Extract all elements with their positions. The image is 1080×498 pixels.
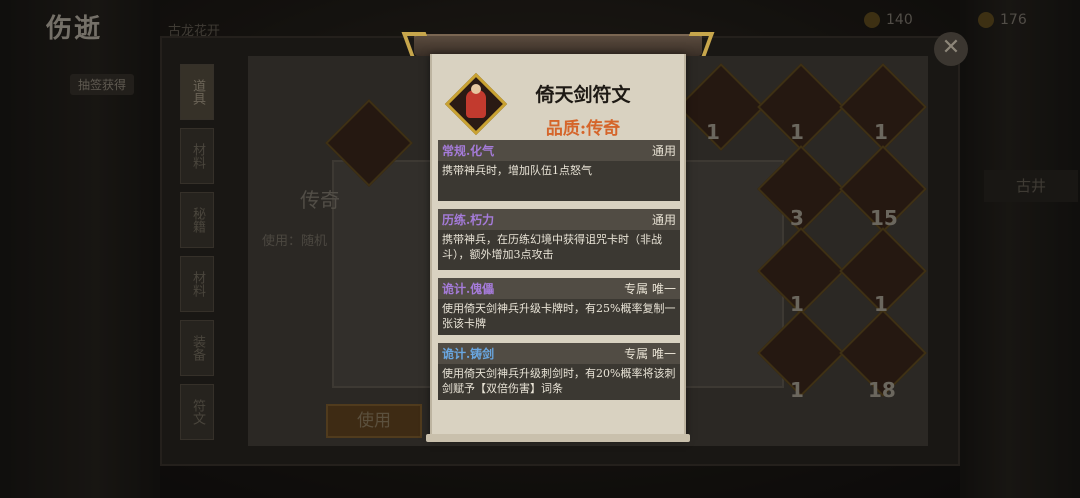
effect-list: 常规.化气 通用 携带神兵时，增加队伍1点怒气 历练.朽力 通用 携带神兵，在历…	[438, 140, 680, 408]
effect-header: 诡计.傀儡 专属 唯一	[438, 278, 680, 299]
item-name: 倚天剑符文	[535, 84, 631, 106]
scroll-paper: 倚天剑符文 品质:传奇 常规.化气 通用 携带神兵时，增加队伍1点怒气 历练.朽…	[430, 54, 686, 440]
effect-name: 诡计.傀儡	[442, 282, 495, 296]
effect-tag: 通用	[651, 144, 676, 158]
effect-section: 诡计.铸剑 专属 唯一 使用倚天剑神兵升级刺剑时，有20%概率将该刺剑赋予【双倍…	[438, 343, 680, 400]
effect-section: 常规.化气 通用 携带神兵时，增加队伍1点怒气	[438, 140, 680, 201]
effect-header: 诡计.铸剑 专属 唯一	[438, 343, 680, 364]
scroll-bottom-edge	[426, 434, 690, 442]
effect-section: 历练.朽力 通用 携带神兵，在历练幻境中获得诅咒卡时（非战斗），额外增加3点攻击	[438, 209, 680, 270]
item-tooltip-scroll: 倚天剑符文 品质:传奇 常规.化气 通用 携带神兵时，增加队伍1点怒气 历练.朽…	[401, 32, 715, 442]
effect-tag: 专属 唯一	[624, 282, 676, 296]
effect-header: 历练.朽力 通用	[438, 209, 680, 230]
effect-header: 常规.化气 通用	[438, 140, 680, 161]
effect-tag: 通用	[651, 213, 676, 227]
effect-description: 携带神兵，在历练幻境中获得诅咒卡时（非战斗），额外增加3点攻击	[442, 233, 662, 261]
scroll-rod	[414, 34, 702, 56]
close-icon[interactable]: ✕	[934, 32, 968, 66]
effect-description: 使用倚天剑神兵升级卡牌时，有25%概率复制一张该卡牌	[442, 302, 676, 330]
effect-description: 携带神兵时，增加队伍1点怒气	[442, 164, 592, 177]
effect-description: 使用倚天剑神兵升级刺剑时，有20%概率将该刺剑赋予【双倍伤害】词条	[442, 367, 676, 395]
effect-name: 诡计.铸剑	[442, 347, 495, 361]
effect-section: 诡计.傀儡 专属 唯一 使用倚天剑神兵升级卡牌时，有25%概率复制一张该卡牌	[438, 278, 680, 335]
effect-tag: 专属 唯一	[624, 347, 676, 361]
effect-name: 常规.化气	[442, 144, 495, 158]
effect-name: 历练.朽力	[442, 213, 495, 227]
item-quality: 品质:传奇	[545, 119, 621, 139]
